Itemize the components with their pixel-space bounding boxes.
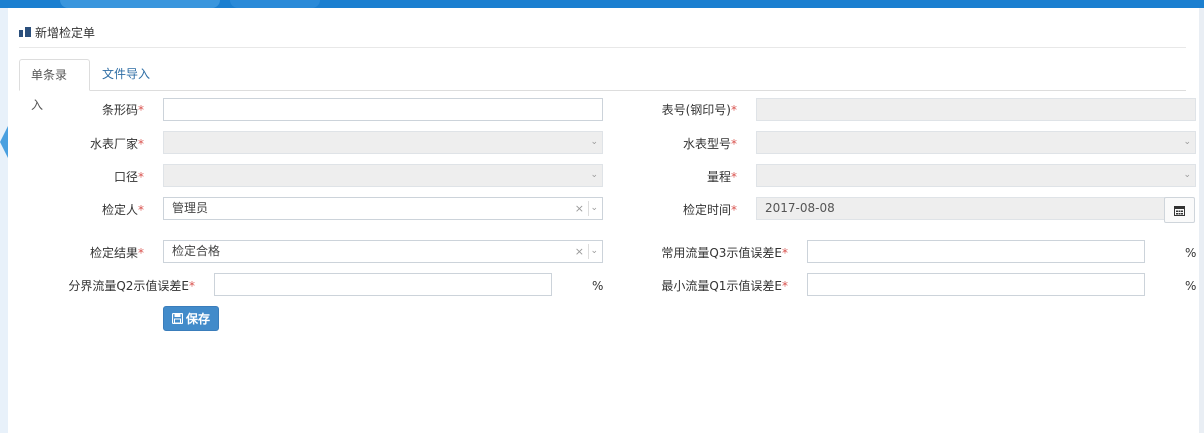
calendar-button[interactable] bbox=[1164, 197, 1195, 223]
caliber-select[interactable]: ⌄ bbox=[163, 164, 603, 187]
select-separator bbox=[588, 244, 589, 259]
required-mark: * bbox=[731, 103, 737, 117]
chevron-down-icon: ⌄ bbox=[590, 246, 598, 256]
required-mark: * bbox=[782, 246, 788, 260]
q1-error-unit: % bbox=[1185, 279, 1197, 293]
q3-error-input[interactable] bbox=[807, 240, 1145, 263]
left-rail bbox=[0, 8, 8, 433]
model-select[interactable]: ⌄ bbox=[756, 131, 1196, 154]
required-mark: * bbox=[138, 103, 144, 117]
result-label: 检定结果* bbox=[50, 242, 144, 264]
result-value: 检定合格 bbox=[172, 244, 221, 258]
title-divider bbox=[19, 47, 1186, 48]
required-mark: * bbox=[138, 170, 144, 184]
model-label: 水表型号* bbox=[630, 133, 737, 155]
tab-single-entry[interactable]: 单条录入 bbox=[19, 59, 90, 112]
range-select[interactable]: ⌄ bbox=[756, 164, 1196, 187]
required-mark: * bbox=[138, 137, 144, 151]
manufacturer-select[interactable]: ⌄ bbox=[163, 131, 603, 154]
chevron-down-icon: ⌄ bbox=[590, 170, 598, 180]
q3-error-label-text: 常用流量Q3示值误差E bbox=[661, 246, 782, 260]
inspector-label-text: 检定人 bbox=[101, 203, 138, 217]
required-mark: * bbox=[731, 203, 737, 217]
tab-bar: 单条录入 文件导入 bbox=[19, 59, 1186, 112]
q2-error-label-text: 分界流量Q2示值误差E bbox=[68, 279, 189, 293]
q3-error-label: 常用流量Q3示值误差E* bbox=[620, 242, 788, 264]
meter-no-label-text: 表号(钢印号) bbox=[661, 103, 731, 117]
inspect-time-input[interactable]: 2017-08-08 bbox=[756, 197, 1165, 220]
clear-icon[interactable]: × bbox=[575, 198, 584, 219]
barcode-label-text: 条形码 bbox=[101, 103, 138, 117]
required-mark: * bbox=[138, 203, 144, 217]
page-title-text: 新增检定单 bbox=[35, 25, 96, 40]
panel-title-icon bbox=[19, 27, 31, 37]
q1-error-label-text: 最小流量Q1示值误差E bbox=[661, 279, 782, 293]
manufacturer-label: 水表厂家* bbox=[60, 133, 144, 155]
q3-error-unit: % bbox=[1185, 246, 1197, 260]
floppy-disk-icon bbox=[171, 313, 183, 324]
clear-icon[interactable]: × bbox=[575, 241, 584, 262]
calendar-icon bbox=[1174, 205, 1185, 216]
vertical-scrollbar[interactable] bbox=[1199, 8, 1204, 433]
model-label-text: 水表型号 bbox=[682, 137, 731, 151]
save-button-label: 保存 bbox=[185, 312, 210, 326]
top-header-bar bbox=[0, 0, 1204, 8]
meter-no-label: 表号(钢印号)* bbox=[630, 99, 737, 121]
barcode-label: 条形码* bbox=[60, 99, 144, 121]
inspector-select[interactable]: 管理员 × ⌄ bbox=[163, 197, 603, 220]
result-label-text: 检定结果 bbox=[89, 246, 138, 260]
header-decoration-2 bbox=[230, 0, 320, 8]
required-mark: * bbox=[782, 279, 788, 293]
caliber-label: 口径* bbox=[60, 166, 144, 188]
result-select[interactable]: 检定合格 × ⌄ bbox=[163, 240, 603, 263]
inspector-value: 管理员 bbox=[172, 201, 209, 215]
header-decoration bbox=[60, 0, 220, 8]
tab-file-import[interactable]: 文件导入 bbox=[91, 59, 161, 91]
q2-error-input[interactable] bbox=[214, 273, 552, 296]
q2-error-unit: % bbox=[592, 279, 604, 293]
chevron-down-icon: ⌄ bbox=[590, 203, 598, 213]
page-title: 新增检定单 bbox=[19, 22, 95, 42]
manufacturer-label-text: 水表厂家 bbox=[89, 137, 138, 151]
inspect-time-label-text: 检定时间 bbox=[682, 203, 731, 217]
chevron-down-icon: ⌄ bbox=[1183, 170, 1191, 180]
required-mark: * bbox=[731, 170, 737, 184]
inspect-time-label: 检定时间* bbox=[630, 199, 737, 221]
required-mark: * bbox=[138, 246, 144, 260]
q1-error-input[interactable] bbox=[807, 273, 1145, 296]
inspector-label: 检定人* bbox=[60, 199, 144, 221]
select-separator bbox=[588, 201, 589, 216]
chevron-down-icon: ⌄ bbox=[590, 137, 598, 147]
save-button[interactable]: 保存 bbox=[163, 306, 219, 331]
meter-no-input[interactable] bbox=[756, 98, 1196, 121]
range-label: 量程* bbox=[630, 166, 737, 188]
q2-error-label: 分界流量Q2示值误差E* bbox=[30, 275, 195, 297]
required-mark: * bbox=[189, 279, 195, 293]
chevron-down-icon: ⌄ bbox=[1183, 137, 1191, 147]
caliber-label-text: 口径 bbox=[113, 170, 138, 184]
barcode-input[interactable] bbox=[163, 98, 603, 121]
required-mark: * bbox=[731, 137, 737, 151]
range-label-text: 量程 bbox=[706, 170, 731, 184]
q1-error-label: 最小流量Q1示值误差E* bbox=[620, 275, 788, 297]
